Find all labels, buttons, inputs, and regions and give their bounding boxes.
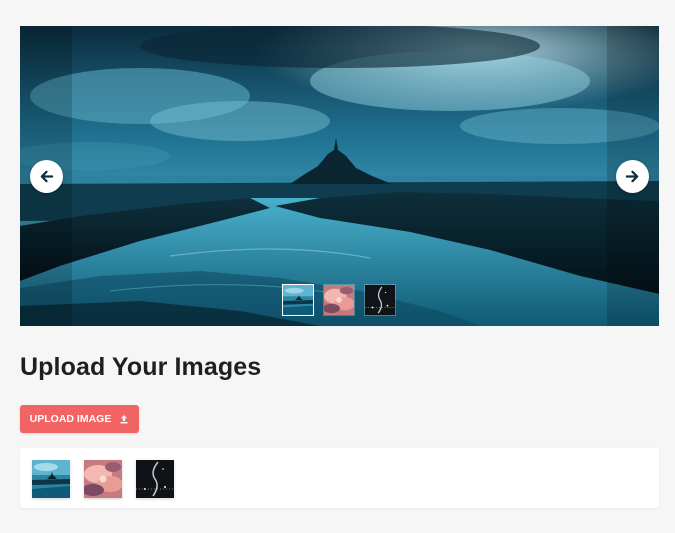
arrow-right-icon	[625, 170, 639, 183]
carousel-dot-1[interactable]	[282, 284, 314, 316]
image-carousel[interactable]	[20, 26, 659, 326]
uploaded-images-list	[32, 460, 174, 498]
carousel-dot-2[interactable]	[323, 284, 355, 316]
uploaded-coast-image	[32, 460, 70, 498]
carousel-slide-image	[20, 26, 659, 326]
carousel-prev-button[interactable]	[30, 160, 63, 193]
upload-icon	[120, 415, 128, 424]
upload-image-button[interactable]: UPLOAD IMAGE	[20, 405, 139, 433]
carousel-thumbnail-dots	[282, 284, 396, 316]
carousel-dot-3[interactable]	[364, 284, 396, 316]
thumbnail-pink-clouds-image	[324, 285, 354, 315]
thumbnail-night-lights-image	[365, 285, 395, 315]
upload-section-title: Upload Your Images	[20, 353, 262, 381]
uploaded-images-panel	[20, 448, 659, 508]
uploaded-image-3[interactable]	[136, 460, 174, 498]
upload-button-label: UPLOAD IMAGE	[29, 413, 112, 425]
uploaded-image-1[interactable]	[32, 460, 70, 498]
uploaded-image-2[interactable]	[84, 460, 122, 498]
carousel-next-button[interactable]	[616, 160, 649, 193]
arrow-left-icon	[40, 170, 54, 183]
thumbnail-coast-image	[283, 285, 313, 315]
uploaded-night-lights-image	[136, 460, 174, 498]
uploaded-pink-clouds-image	[84, 460, 122, 498]
